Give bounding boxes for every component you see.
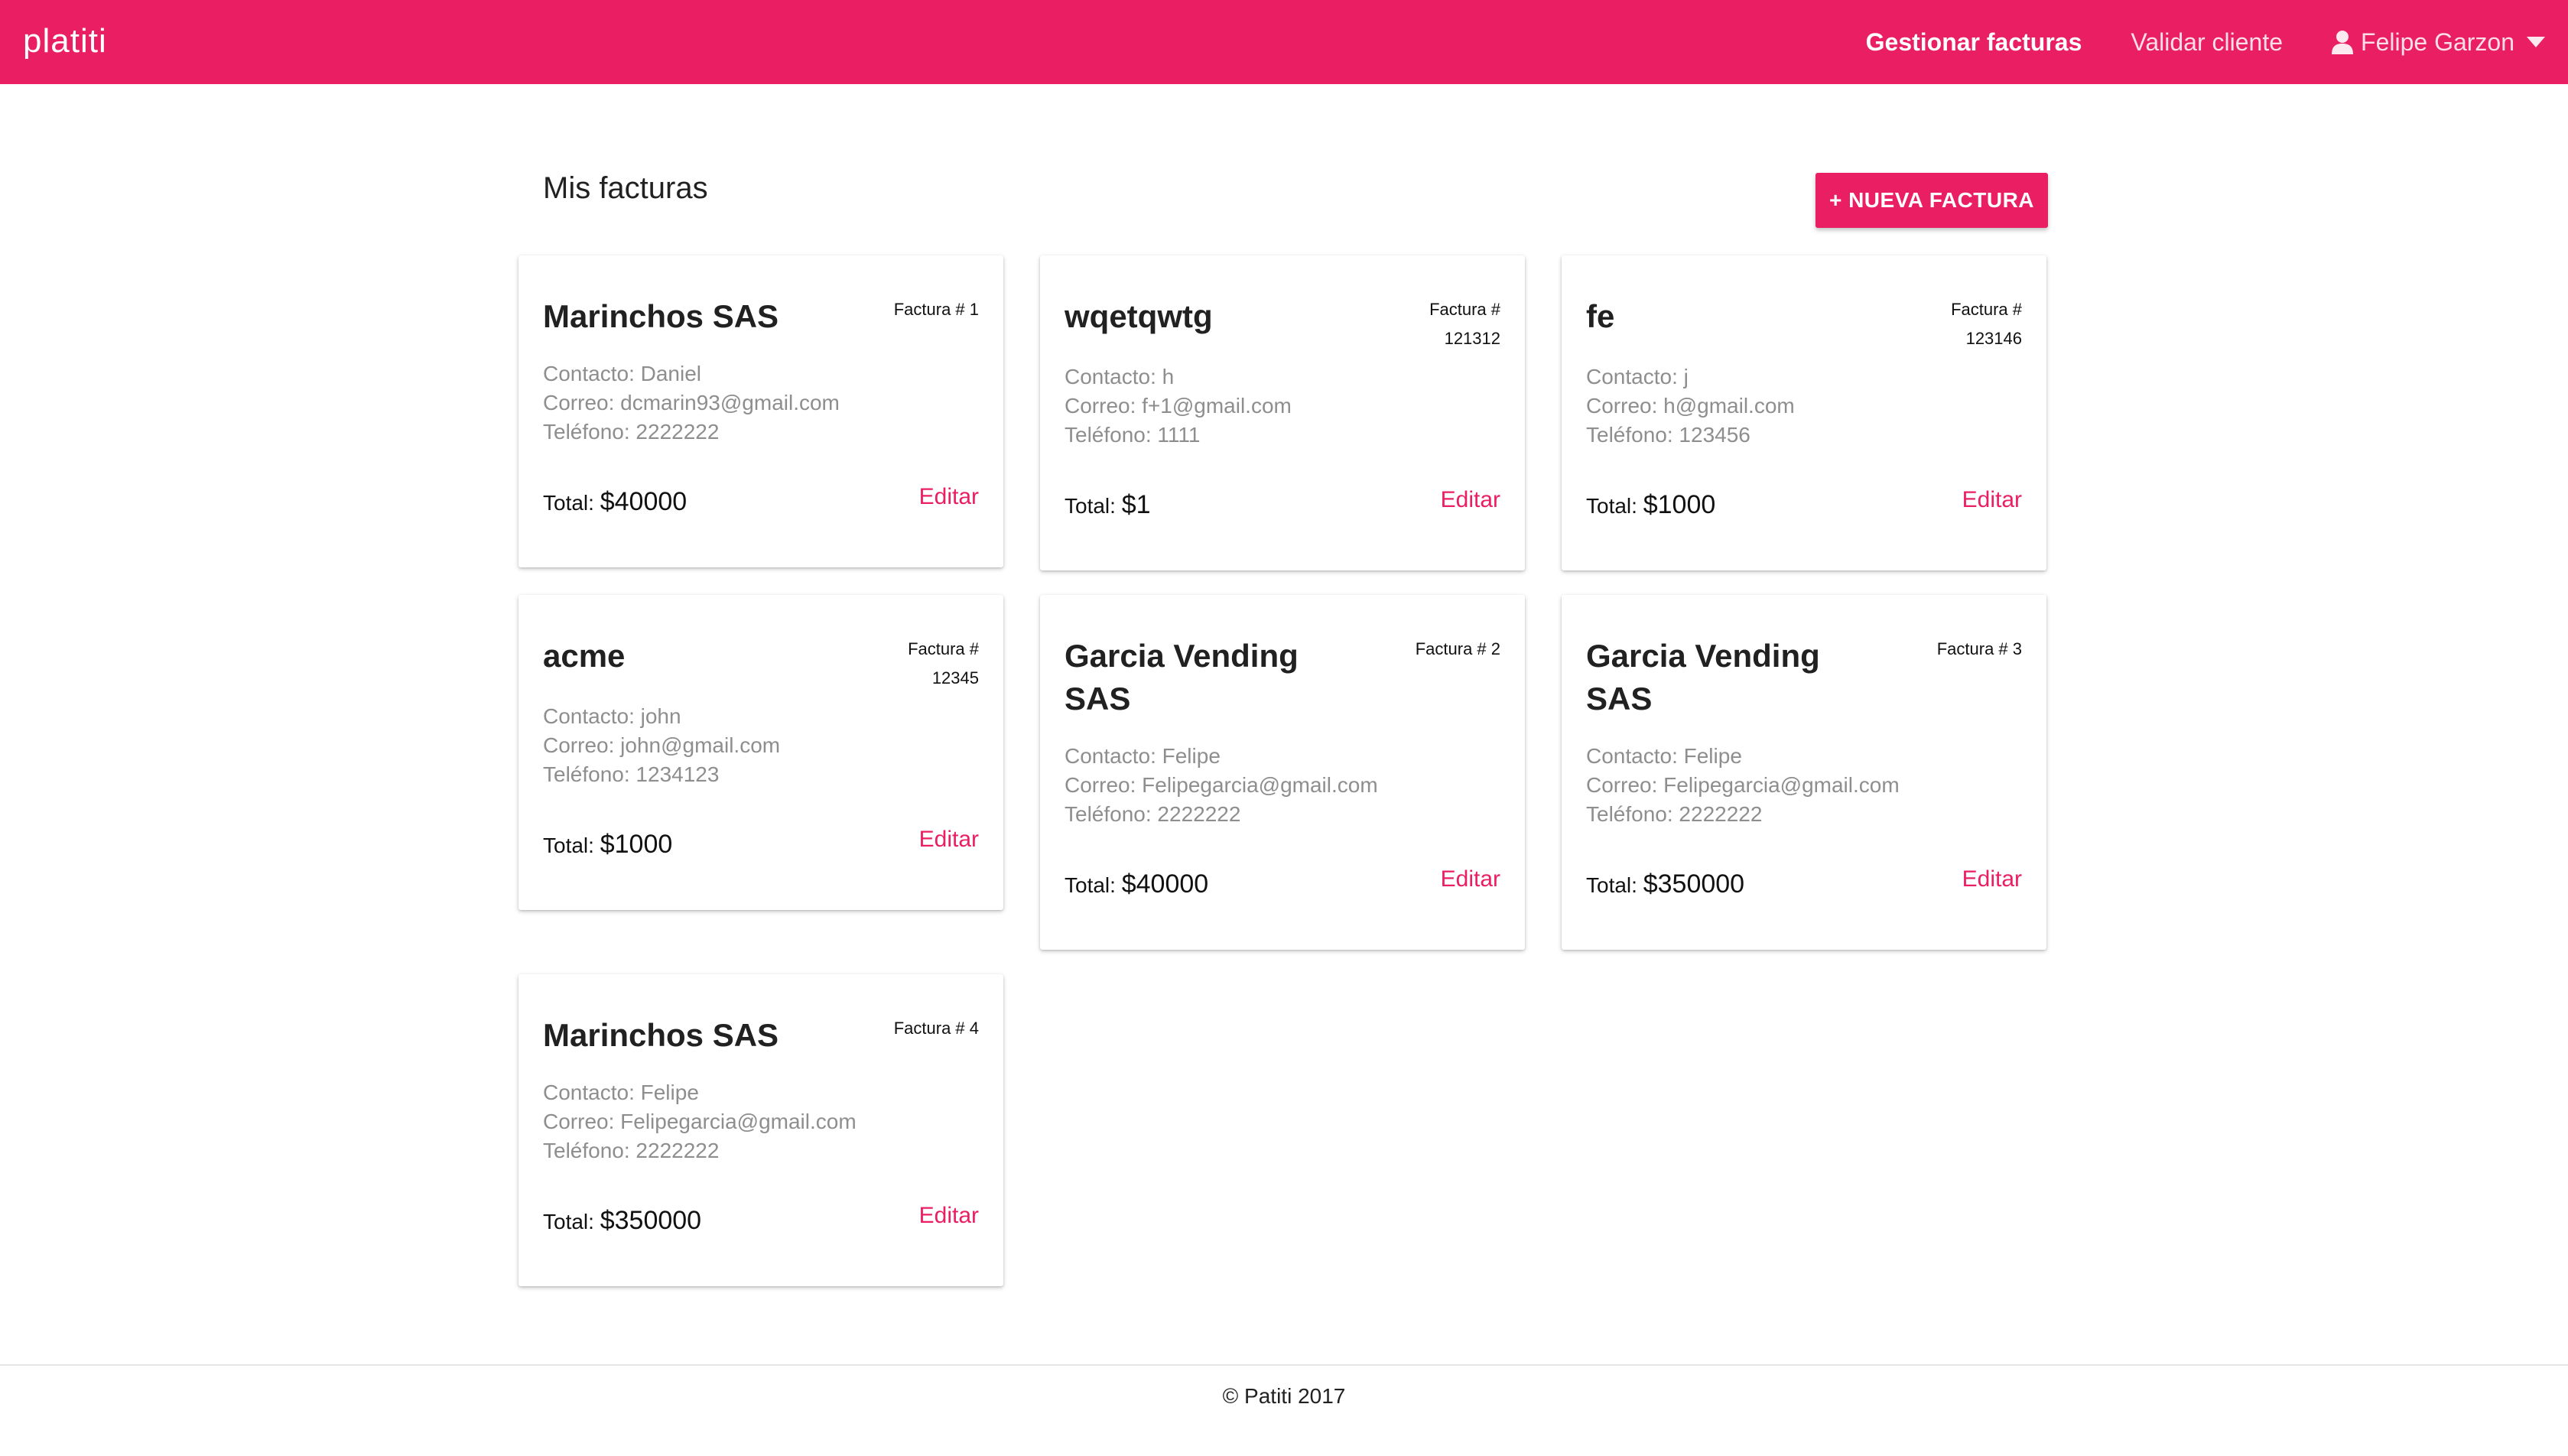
card-client-name: Garcia Vending SAS bbox=[1065, 638, 1299, 717]
card-email: Correo: john@gmail.com bbox=[543, 733, 781, 757]
card-client-name: Marinchos SAS bbox=[543, 1017, 779, 1053]
card-email: Correo: dcmarin93@gmail.com bbox=[543, 391, 840, 414]
card-total-label: Total: bbox=[1586, 873, 1637, 897]
card-total: Total: $40000 bbox=[1065, 867, 1208, 902]
card-invoice-number: Factura # 4 bbox=[893, 1019, 979, 1038]
invoice-card: acme Factura # 12345 Contacto: john Corr… bbox=[518, 595, 1003, 910]
caret-down-icon bbox=[2527, 37, 2545, 47]
card-total-amount: $40000 bbox=[600, 487, 688, 516]
card-total-label: Total: bbox=[1586, 494, 1637, 518]
card-total-amount: $1 bbox=[1121, 490, 1151, 519]
invoice-card: Garcia Vending SAS Factura # 2 Contacto:… bbox=[1040, 595, 1525, 950]
card-contact: Contacto: j bbox=[1586, 365, 1689, 388]
card-email: Correo: h@gmail.com bbox=[1586, 394, 1795, 418]
card-contact: Contacto: Daniel bbox=[543, 362, 702, 385]
card-client-name: wqetqwtg bbox=[1065, 298, 1213, 334]
brand-logo[interactable]: platiti bbox=[23, 20, 107, 63]
card-total: Total: $1 bbox=[1065, 488, 1151, 523]
card-edit-link[interactable]: Editar bbox=[1441, 483, 1500, 517]
card-phone: Teléfono: 2222222 bbox=[1065, 802, 1241, 826]
user-menu[interactable]: Felipe Garzon bbox=[2332, 27, 2545, 57]
card-contact: Contacto: h bbox=[1065, 365, 1175, 388]
card-total: Total: $350000 bbox=[1586, 867, 1744, 902]
card-client-name: acme bbox=[543, 638, 626, 674]
card-email: Correo: Felipegarcia@gmail.com bbox=[543, 1110, 857, 1133]
card-email: Correo: Felipegarcia@gmail.com bbox=[1586, 773, 1900, 797]
card-invoice-number: Factura # 123146 bbox=[1951, 300, 2022, 348]
card-edit-link[interactable]: Editar bbox=[919, 1199, 979, 1233]
card-total-label: Total: bbox=[1065, 873, 1116, 897]
card-phone: Teléfono: 2222222 bbox=[543, 1139, 720, 1162]
card-client-name: fe bbox=[1586, 298, 1615, 334]
card-total-amount: $1000 bbox=[1643, 490, 1716, 519]
card-edit-link[interactable]: Editar bbox=[919, 480, 979, 514]
invoice-card: Garcia Vending SAS Factura # 3 Contacto:… bbox=[1562, 595, 2046, 950]
card-phone: Teléfono: 123456 bbox=[1586, 423, 1750, 447]
card-total-label: Total: bbox=[543, 834, 594, 857]
card-total-label: Total: bbox=[1065, 494, 1116, 518]
card-contact: Contacto: Felipe bbox=[543, 1081, 699, 1104]
card-invoice-number: Factura # 3 bbox=[1936, 639, 2022, 658]
card-total-amount: $40000 bbox=[1121, 869, 1209, 899]
user-name: Felipe Garzon bbox=[2361, 28, 2514, 56]
card-contact: Contacto: john bbox=[543, 704, 681, 728]
card-total-label: Total: bbox=[543, 1210, 594, 1233]
card-email: Correo: f+1@gmail.com bbox=[1065, 394, 1292, 418]
card-client-name: Marinchos SAS bbox=[543, 298, 779, 334]
card-total-amount: $350000 bbox=[600, 1206, 702, 1235]
user-icon bbox=[2332, 31, 2354, 54]
invoice-card: fe Factura # 123146 Contacto: j Correo: … bbox=[1562, 255, 2046, 570]
card-contact: Contacto: Felipe bbox=[1586, 744, 1742, 768]
page-title: Mis facturas bbox=[543, 171, 708, 205]
card-edit-link[interactable]: Editar bbox=[1962, 863, 2022, 896]
footer-copyright: © Patiti 2017 bbox=[1222, 1384, 1346, 1408]
card-client-name: Garcia Vending SAS bbox=[1586, 638, 1820, 717]
card-total-label: Total: bbox=[543, 491, 594, 515]
nav-links: Gestionar facturas Validar cliente Felip… bbox=[1817, 0, 2545, 84]
card-edit-link[interactable]: Editar bbox=[1441, 863, 1500, 896]
card-edit-link[interactable]: Editar bbox=[919, 823, 979, 856]
card-email: Correo: Felipegarcia@gmail.com bbox=[1065, 773, 1378, 797]
card-total: Total: $350000 bbox=[543, 1204, 701, 1239]
card-total-amount: $350000 bbox=[1643, 869, 1745, 899]
card-phone: Teléfono: 1234123 bbox=[543, 762, 720, 786]
card-invoice-number: Factura # 2 bbox=[1415, 639, 1500, 658]
card-contact: Contacto: Felipe bbox=[1065, 744, 1221, 768]
card-invoice-number: Factura # 1 bbox=[893, 300, 979, 319]
invoice-card: Marinchos SAS Factura # 4 Contacto: Feli… bbox=[518, 974, 1003, 1286]
card-edit-link[interactable]: Editar bbox=[1962, 483, 2022, 517]
card-phone: Teléfono: 2222222 bbox=[1586, 802, 1763, 826]
nav-validar-cliente[interactable]: Validar cliente bbox=[2131, 27, 2283, 57]
new-invoice-button[interactable]: + NUEVA FACTURA bbox=[1815, 173, 2048, 228]
card-total-amount: $1000 bbox=[600, 830, 673, 859]
card-phone: Teléfono: 1111 bbox=[1065, 423, 1201, 447]
invoice-card: wqetqwtg Factura # 121312 Contacto: h Co… bbox=[1040, 255, 1525, 570]
card-phone: Teléfono: 2222222 bbox=[543, 420, 720, 444]
card-total: Total: $1000 bbox=[543, 827, 672, 863]
top-navbar: platiti Gestionar facturas Validar clien… bbox=[0, 0, 2568, 84]
invoice-card: Marinchos SAS Factura # 1 Contacto: Dani… bbox=[518, 255, 1003, 567]
footer-divider bbox=[0, 1364, 2568, 1366]
card-total: Total: $40000 bbox=[543, 485, 687, 520]
card-total: Total: $1000 bbox=[1586, 488, 1715, 523]
nav-gestionar-facturas[interactable]: Gestionar facturas bbox=[1866, 27, 2082, 57]
card-invoice-number: Factura # 12345 bbox=[908, 639, 979, 687]
card-invoice-number: Factura # 121312 bbox=[1429, 300, 1500, 348]
